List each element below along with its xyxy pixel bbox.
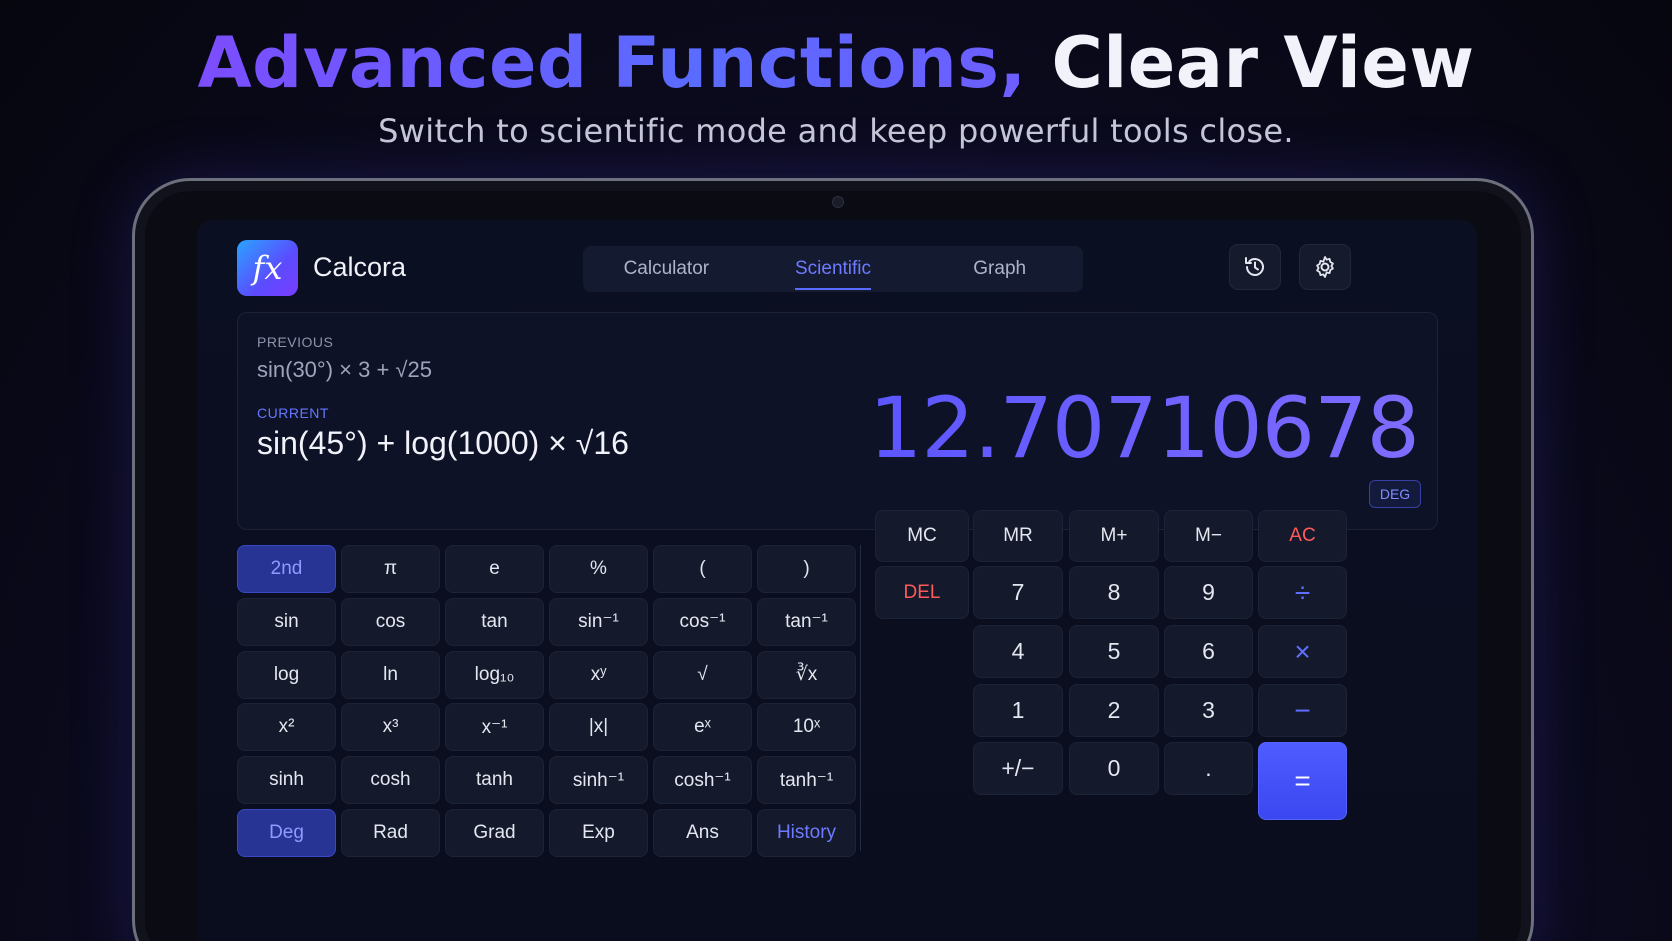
key-abs[interactable]: |x| xyxy=(549,703,648,752)
current-label: CURRENT xyxy=(257,405,329,421)
key-rad[interactable]: Rad xyxy=(341,809,440,857)
key-10-pow-x[interactable]: 10ˣ xyxy=(757,703,856,752)
key-subtract[interactable]: − xyxy=(1258,684,1347,737)
key-9[interactable]: 9 xyxy=(1164,566,1253,619)
current-expression: sin(45°) + log(1000) × √16 xyxy=(257,425,629,461)
promo-headline: Advanced Functions, Clear View xyxy=(0,22,1672,104)
key-x-pow-y[interactable]: xʸ xyxy=(549,650,648,699)
key-2[interactable]: 2 xyxy=(1069,684,1159,737)
key-log10[interactable]: log₁₀ xyxy=(445,650,544,699)
key-m-plus[interactable]: M+ xyxy=(1069,510,1159,562)
key-divide[interactable]: ÷ xyxy=(1258,566,1347,619)
key-sqrt[interactable]: √ xyxy=(653,650,752,699)
key-1[interactable]: 1 xyxy=(973,684,1063,737)
angle-mode-badge[interactable]: DEG xyxy=(1369,480,1421,508)
key-tan-inv[interactable]: tan⁻¹ xyxy=(757,597,856,646)
key-mc[interactable]: MC xyxy=(875,510,969,562)
key-pi[interactable]: π xyxy=(341,545,440,593)
key-7[interactable]: 7 xyxy=(973,566,1063,619)
app-logo: fx xyxy=(237,240,298,296)
key-ac[interactable]: AC xyxy=(1258,510,1347,562)
key-close-paren[interactable]: ) xyxy=(757,545,856,593)
key-x-inv[interactable]: x⁻¹ xyxy=(445,703,544,752)
history-button[interactable] xyxy=(1229,244,1281,290)
key-multiply[interactable]: × xyxy=(1258,625,1347,678)
key-ln[interactable]: ln xyxy=(341,650,440,699)
app-name: Calcora xyxy=(313,252,407,282)
key-4[interactable]: 4 xyxy=(973,625,1063,678)
key-sin-inv[interactable]: sin⁻¹ xyxy=(549,597,648,646)
key-negate[interactable]: +/− xyxy=(973,742,1063,795)
key-tanh[interactable]: tanh xyxy=(445,756,544,805)
key-history[interactable]: History xyxy=(757,809,856,857)
key-5[interactable]: 5 xyxy=(1069,625,1159,678)
key-x-cubed[interactable]: x³ xyxy=(341,703,440,752)
tab-calculator[interactable]: Calculator xyxy=(583,246,750,292)
key-x-squared[interactable]: x² xyxy=(237,703,336,752)
key-cos[interactable]: cos xyxy=(341,597,440,646)
key-m-minus[interactable]: M− xyxy=(1164,510,1253,562)
headline-white-text: Clear View xyxy=(1051,22,1475,104)
key-equals[interactable]: = xyxy=(1258,742,1347,820)
key-grad[interactable]: Grad xyxy=(445,809,544,857)
headline-accent-text: Advanced Functions, xyxy=(197,22,1027,104)
key-open-paren[interactable]: ( xyxy=(653,545,752,593)
key-decimal[interactable]: . xyxy=(1164,742,1253,795)
camera-dot xyxy=(832,196,844,208)
key-0[interactable]: 0 xyxy=(1069,742,1159,795)
key-cosh[interactable]: cosh xyxy=(341,756,440,805)
key-tanh-inv[interactable]: tanh⁻¹ xyxy=(757,756,856,805)
previous-expression: sin(30°) × 3 + √25 xyxy=(257,357,432,382)
key-percent[interactable]: % xyxy=(549,545,648,593)
key-ans[interactable]: Ans xyxy=(653,809,752,857)
key-tan[interactable]: tan xyxy=(445,597,544,646)
key-6[interactable]: 6 xyxy=(1164,625,1253,678)
key-cosh-inv[interactable]: cosh⁻¹ xyxy=(653,756,752,805)
key-cos-inv[interactable]: cos⁻¹ xyxy=(653,597,752,646)
tab-graph[interactable]: Graph xyxy=(916,246,1083,292)
tab-scientific[interactable]: Scientific xyxy=(750,246,917,292)
calculator-display: PREVIOUS sin(30°) × 3 + √25 CURRENT sin(… xyxy=(237,312,1438,530)
mode-tabs: Calculator Scientific Graph xyxy=(583,246,1083,292)
key-deg[interactable]: Deg xyxy=(237,809,336,857)
key-sinh[interactable]: sinh xyxy=(237,756,336,805)
key-3[interactable]: 3 xyxy=(1164,684,1253,737)
key-e-pow-x[interactable]: eˣ xyxy=(653,703,752,752)
key-cube-root[interactable]: ∛x xyxy=(757,650,856,699)
gear-icon xyxy=(1316,256,1334,278)
key-sinh-inv[interactable]: sinh⁻¹ xyxy=(549,756,648,805)
key-sin[interactable]: sin xyxy=(237,597,336,646)
keypad-divider xyxy=(860,545,861,851)
key-8[interactable]: 8 xyxy=(1069,566,1159,619)
settings-button[interactable] xyxy=(1299,244,1351,290)
key-exp[interactable]: Exp xyxy=(549,809,648,857)
history-icon xyxy=(1245,257,1264,276)
key-log[interactable]: log xyxy=(237,650,336,699)
promo-subhead: Switch to scientific mode and keep power… xyxy=(378,112,1294,150)
previous-label: PREVIOUS xyxy=(257,334,334,350)
key-e[interactable]: e xyxy=(445,545,544,593)
key-2nd[interactable]: 2nd xyxy=(237,545,336,593)
app-screen: fx Calcora Calculator Scientific Graph P… xyxy=(197,220,1477,941)
key-del[interactable]: DEL xyxy=(875,566,969,619)
result-value: 12.70710678 xyxy=(868,379,1420,477)
key-mr[interactable]: MR xyxy=(973,510,1063,562)
